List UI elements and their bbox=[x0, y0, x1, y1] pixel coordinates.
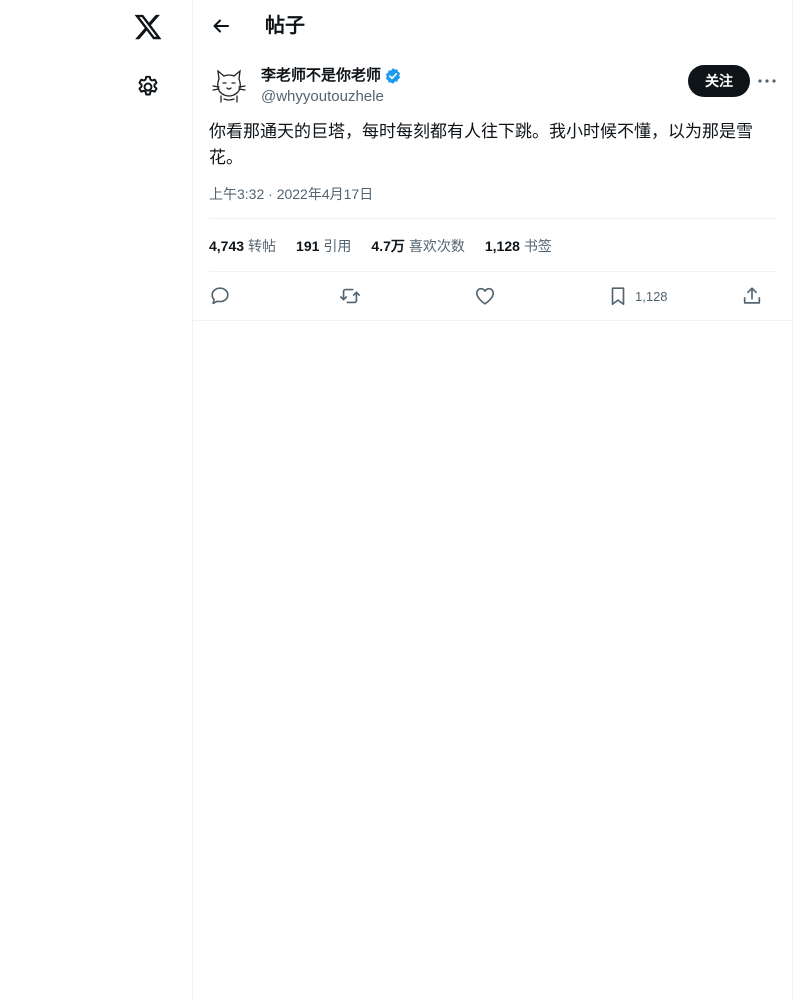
main-column: 帖子 李老师不是你老师 @whyyoutouzhele 关注 你看那通天的巨塔，… bbox=[192, 0, 793, 1000]
share-icon bbox=[743, 287, 761, 304]
verified-badge-icon bbox=[385, 68, 401, 84]
tweet-timestamp[interactable]: 上午3:32 · 2022年4月17日 bbox=[209, 184, 373, 204]
avatar[interactable] bbox=[209, 65, 249, 105]
stat-bookmarks[interactable]: 1,128 书签 bbox=[485, 236, 552, 256]
page-title: 帖子 bbox=[265, 15, 305, 37]
bookmark-icon bbox=[611, 287, 625, 306]
retweet-icon bbox=[340, 288, 360, 304]
post-header: 帖子 bbox=[193, 0, 792, 53]
divider bbox=[209, 271, 776, 272]
author-name-line: 李老师不是你老师 bbox=[261, 66, 402, 86]
share-button[interactable] bbox=[741, 284, 763, 308]
like-icon bbox=[475, 287, 495, 305]
tweet-stats: 4,743 转帖 191 引用 4.7万 喜欢次数 1,128 书签 bbox=[209, 236, 572, 256]
reply-icon bbox=[211, 287, 229, 305]
x-logo-icon[interactable] bbox=[133, 12, 163, 42]
more-icon[interactable] bbox=[755, 69, 779, 93]
back-arrow-icon[interactable] bbox=[209, 14, 233, 38]
follow-button[interactable]: 关注 bbox=[688, 65, 750, 97]
like-button[interactable] bbox=[474, 284, 496, 308]
divider bbox=[193, 320, 792, 321]
divider bbox=[209, 218, 776, 219]
stat-retweets[interactable]: 4,743 转帖 bbox=[209, 236, 276, 256]
stat-likes[interactable]: 4.7万 喜欢次数 bbox=[371, 236, 464, 256]
bookmark-count: 1,128 bbox=[635, 288, 668, 304]
tweet-actions: 1,128 bbox=[209, 282, 776, 310]
reply-button[interactable] bbox=[209, 284, 231, 308]
author-handle[interactable]: @whyyoutouzhele bbox=[261, 87, 384, 107]
author-display-name[interactable]: 李老师不是你老师 bbox=[261, 66, 381, 86]
bookmark-button[interactable]: 1,128 bbox=[607, 284, 668, 308]
settings-gear-icon[interactable] bbox=[135, 74, 161, 100]
left-rail bbox=[0, 0, 192, 1000]
stat-quotes[interactable]: 191 引用 bbox=[296, 236, 351, 256]
retweet-button[interactable] bbox=[339, 284, 361, 308]
tweet-text: 你看那通天的巨塔，每时每刻都有人往下跳。我小时候不懂，以为那是雪花。 bbox=[209, 122, 753, 167]
